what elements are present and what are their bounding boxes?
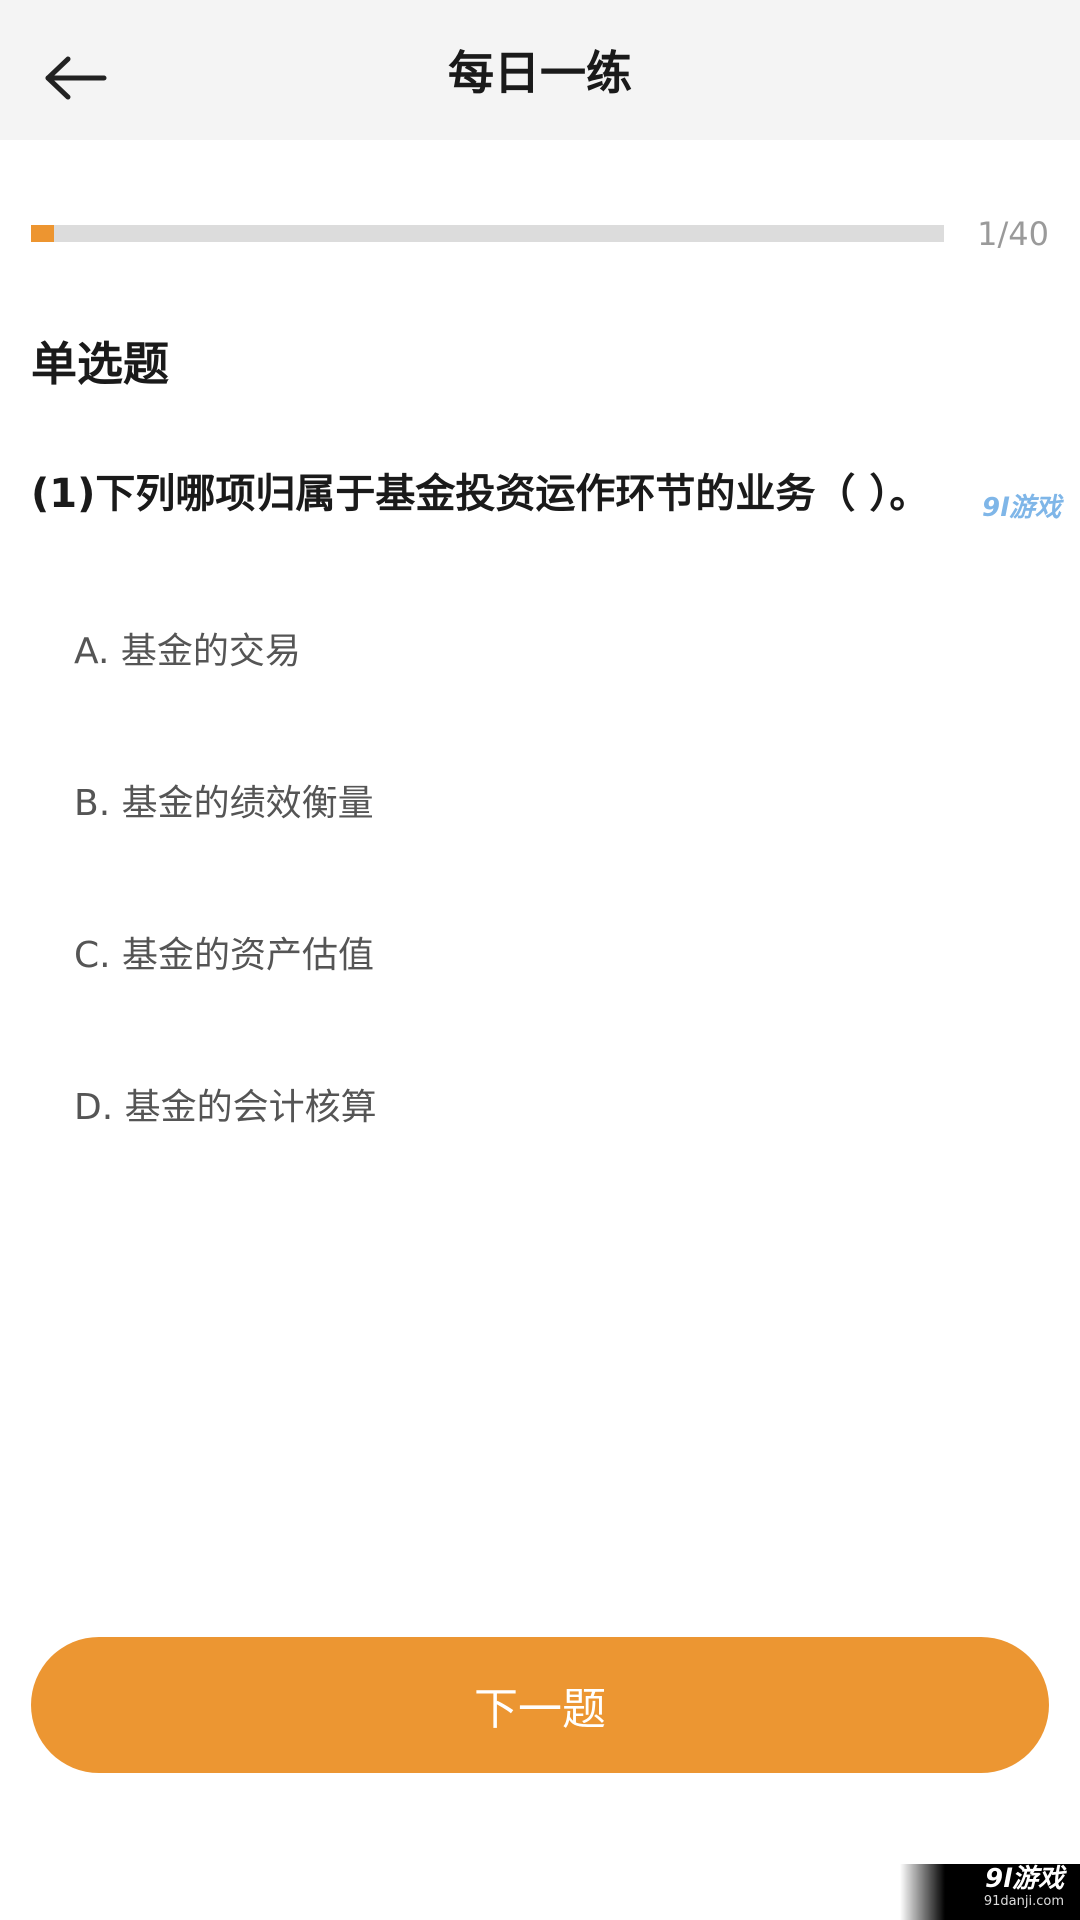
option-c[interactable]: C. 基金的资产估值 — [74, 916, 974, 996]
progress-fill — [31, 225, 54, 242]
corner-watermark: 9l游戏 91danji.com — [900, 1864, 1080, 1920]
option-b[interactable]: B. 基金的绩效衡量 — [74, 764, 974, 844]
arrow-left-icon — [45, 56, 107, 100]
question-text: (1)下列哪项归属于基金投资运作环节的业务（ ）。 — [31, 471, 930, 517]
progress-counter: 1/40 — [977, 215, 1049, 253]
watermark-logo: 9l游戏 — [982, 493, 1062, 523]
progress-bar — [31, 225, 944, 242]
top-app-bar: 每日一练 — [0, 0, 1080, 140]
option-d[interactable]: D. 基金的会计核算 — [74, 1068, 974, 1148]
option-a[interactable]: A. 基金的交易 — [74, 612, 974, 692]
next-question-button[interactable]: 下一题 — [31, 1637, 1049, 1773]
corner-watermark-logo: 9l游戏 — [984, 1864, 1064, 1894]
corner-watermark-url: 91danji.com — [983, 1894, 1064, 1909]
page-title: 每日一练 — [448, 46, 632, 100]
back-button[interactable] — [36, 38, 116, 118]
question-type-label: 单选题 — [31, 337, 169, 391]
